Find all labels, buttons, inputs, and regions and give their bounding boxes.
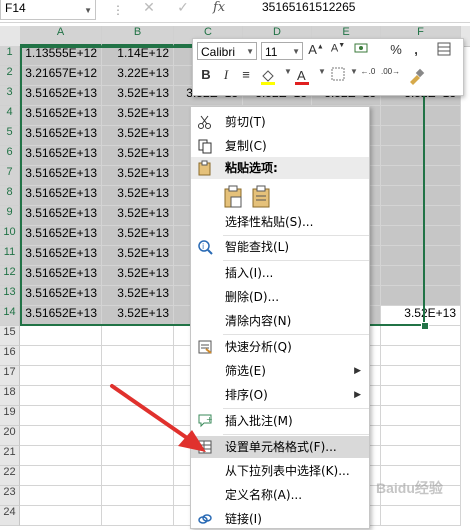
arrow-shaft bbox=[110, 384, 192, 442]
annotation-arrow bbox=[110, 384, 206, 452]
watermark-logo: Baidu经验 bbox=[376, 480, 443, 496]
